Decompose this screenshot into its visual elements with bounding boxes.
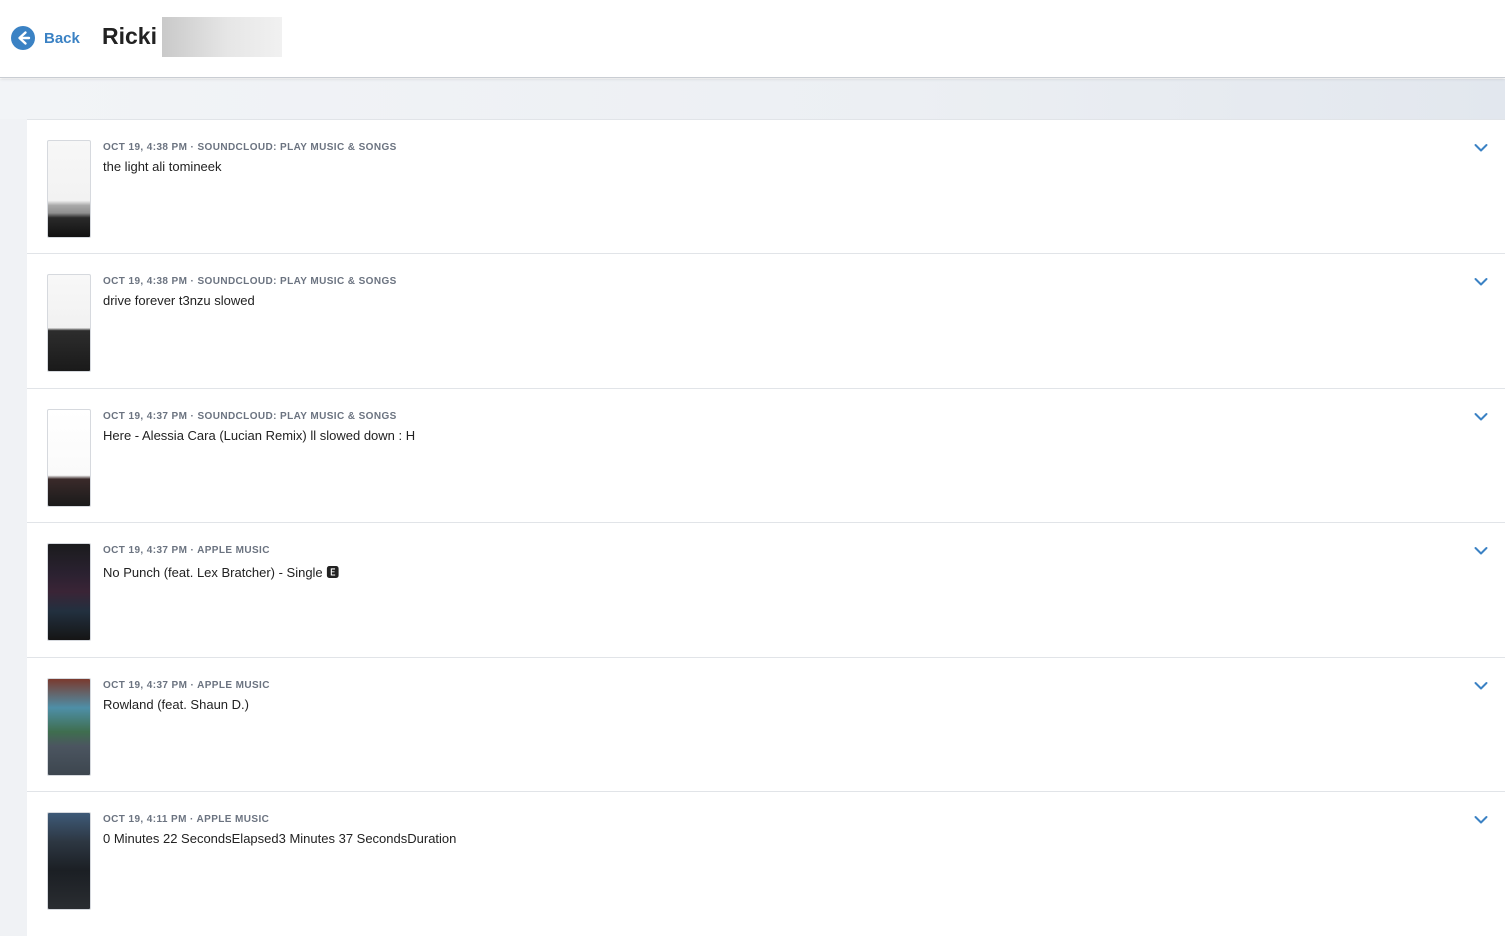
redacted-surname xyxy=(162,17,282,57)
item-meta: OCT 19, 4:11 PM · APPLE MUSIC xyxy=(103,813,270,825)
back-label: Back xyxy=(44,29,80,47)
screenshot-thumbnail[interactable] xyxy=(47,543,91,642)
chevron-down-icon[interactable] xyxy=(1473,409,1489,425)
item-text: Rowland (feat. Shaun D.) xyxy=(103,696,249,712)
screenshot-thumbnail[interactable] xyxy=(47,408,91,507)
list-item[interactable]: OCT 19, 4:38 PM · SOUNDCLOUD: PLAY MUSIC… xyxy=(27,253,1505,388)
item-text: Here - Alessia Cara (Lucian Remix) ll sl… xyxy=(103,427,416,443)
chevron-down-icon[interactable] xyxy=(1473,140,1489,156)
chevron-down-icon[interactable] xyxy=(1473,678,1489,694)
item-text: drive forever t3nzu slowed xyxy=(103,293,255,309)
back-arrow-icon xyxy=(11,26,35,50)
item-meta: OCT 19, 4:38 PM · SOUNDCLOUD: PLAY MUSIC… xyxy=(103,142,397,153)
back-button[interactable]: Back xyxy=(10,25,80,51)
chevron-down-icon[interactable] xyxy=(1473,543,1489,559)
left-gutter xyxy=(0,119,27,936)
item-text: 0 Minutes 22 SecondsElapsed3 Minutes 37 … xyxy=(103,830,457,846)
item-meta: OCT 19, 4:37 PM · APPLE MUSIC xyxy=(103,679,270,691)
header-gradient-band xyxy=(0,79,1505,119)
list-item[interactable]: OCT 19, 4:37 PM · APPLE MUSIC No Punch (… xyxy=(27,522,1505,657)
list-item[interactable]: OCT 19, 4:37 PM · SOUNDCLOUD: PLAY MUSIC… xyxy=(27,387,1505,523)
item-meta: OCT 19, 4:37 PM · APPLE MUSIC xyxy=(103,545,270,557)
screenshot-thumbnail[interactable] xyxy=(47,811,91,910)
screenshot-thumbnail[interactable] xyxy=(47,140,91,238)
list-item[interactable]: OCT 19, 4:37 PM · APPLE MUSIC Rowland (f… xyxy=(27,656,1505,791)
activity-list: OCT 19, 4:38 PM · SOUNDCLOUD: PLAY MUSIC… xyxy=(27,119,1505,926)
item-text: the light ali tomineek xyxy=(103,159,222,174)
chevron-down-icon[interactable] xyxy=(1473,812,1489,828)
item-text: No Punch (feat. Lex Bratcher) - Single 🅴 xyxy=(103,565,340,581)
item-meta: OCT 19, 4:37 PM · SOUNDCLOUD: PLAY MUSIC… xyxy=(103,410,397,422)
screenshot-thumbnail[interactable] xyxy=(47,274,91,373)
screenshot-thumbnail[interactable] xyxy=(47,677,91,776)
list-item[interactable]: OCT 19, 4:11 PM · APPLE MUSIC 0 Minutes … xyxy=(27,790,1505,926)
list-item[interactable]: OCT 19, 4:38 PM · SOUNDCLOUD: PLAY MUSIC… xyxy=(27,119,1505,254)
item-meta: OCT 19, 4:38 PM · SOUNDCLOUD: PLAY MUSIC… xyxy=(103,276,397,288)
chevron-down-icon[interactable] xyxy=(1473,274,1489,290)
app-header: Back Ricki xyxy=(0,0,1505,78)
page-title: Ricki xyxy=(102,23,157,49)
